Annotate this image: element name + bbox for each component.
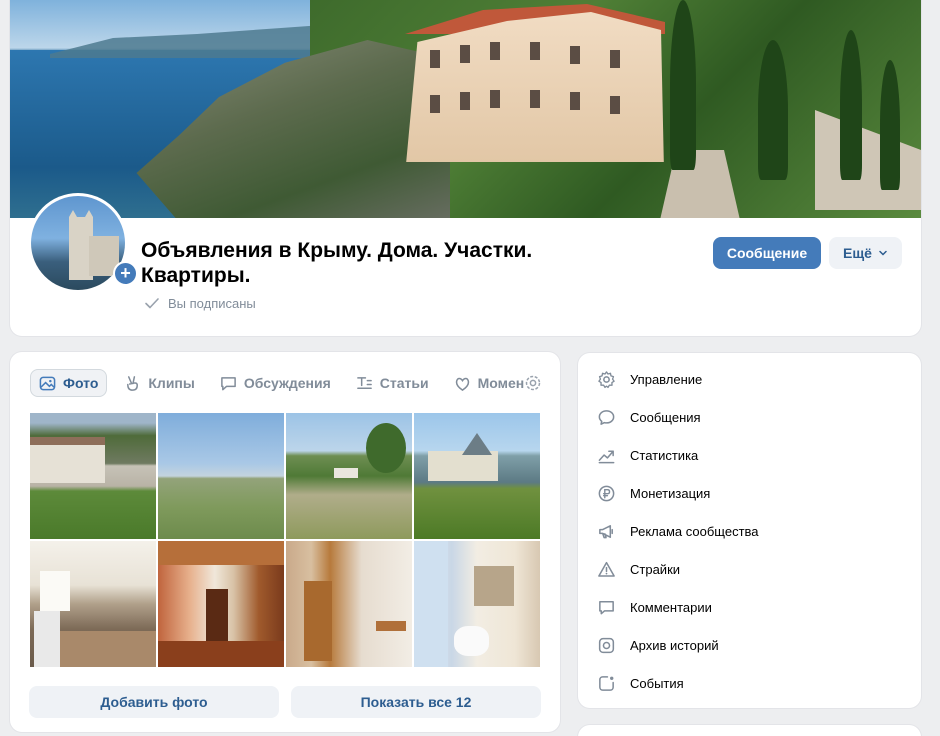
show-all-photos-button[interactable]: Показать все 12 — [291, 686, 541, 718]
menu-item-events[interactable]: События — [578, 664, 921, 702]
photo-thumbnail[interactable] — [158, 541, 284, 667]
menu-item-label: Сообщения — [630, 409, 701, 425]
media-block: Фото Клипы Обсуждения Статьи Момен Добав… — [10, 352, 560, 732]
photo-thumbnail[interactable] — [30, 413, 156, 539]
chevron-down-icon — [879, 250, 887, 256]
community-header: + Объявления в Крыму. Дома. Участки. Ква… — [10, 0, 921, 336]
menu-item-community-ads[interactable]: Реклама сообщества — [578, 512, 921, 550]
tab-discussions[interactable]: Обсуждения — [212, 369, 339, 397]
menu-item-strikes[interactable]: Страйки — [578, 550, 921, 588]
clips-icon — [127, 375, 139, 391]
photo-thumbnail[interactable] — [158, 413, 284, 539]
photo-icon — [39, 376, 56, 390]
next-sidebar-card — [578, 725, 921, 736]
photo-thumbnail[interactable] — [414, 541, 540, 667]
media-settings-gear-icon[interactable] — [524, 374, 542, 392]
menu-item-monetization[interactable]: Монетизация — [578, 474, 921, 512]
menu-item-label: Статистика — [630, 447, 699, 463]
admin-menu: Управление Сообщения Статистика Монетиза… — [578, 353, 921, 708]
add-avatar-icon[interactable]: + — [113, 261, 138, 286]
articles-icon — [356, 376, 372, 389]
photo-thumbnail[interactable] — [286, 413, 412, 539]
community-avatar[interactable]: + — [28, 193, 138, 293]
moments-icon — [455, 377, 469, 391]
trend-chart-icon — [598, 449, 615, 463]
add-photo-button[interactable]: Добавить фото — [29, 686, 279, 718]
menu-item-messages[interactable]: Сообщения — [578, 398, 921, 436]
tab-articles[interactable]: Статьи — [348, 369, 437, 397]
menu-item-label: Комментарии — [630, 599, 712, 615]
tab-label: Клипы — [148, 375, 195, 391]
photo-thumbnail[interactable] — [414, 413, 540, 539]
message-button[interactable]: Сообщение — [713, 237, 821, 269]
media-tabs: Фото Клипы Обсуждения Статьи Момен — [30, 369, 542, 397]
photo-thumbnail[interactable] — [286, 541, 412, 667]
more-button[interactable]: Ещё — [829, 237, 902, 269]
tab-label: Фото — [63, 375, 99, 391]
warning-triangle-icon — [598, 561, 615, 577]
menu-item-label: Реклама сообщества — [630, 523, 759, 539]
ruble-icon — [598, 485, 615, 501]
cover-image — [10, 0, 921, 218]
menu-item-management[interactable]: Управление — [578, 360, 921, 398]
menu-item-label: Управление — [630, 371, 703, 387]
tab-label: Статьи — [379, 375, 429, 391]
tab-clips[interactable]: Клипы — [116, 369, 202, 397]
menu-item-stories-archive[interactable]: Архив историй — [578, 626, 921, 664]
subscription-status-label: Вы подписаны — [168, 295, 256, 311]
comment-icon — [599, 600, 614, 614]
menu-item-label: Архив историй — [630, 637, 719, 653]
subscription-status[interactable]: Вы подписаны — [144, 294, 256, 312]
discussion-icon — [220, 376, 236, 390]
menu-item-label: Монетизация — [630, 485, 711, 501]
community-title: Объявления в Крыму. Дома. Участки. Кварт… — [141, 239, 533, 287]
gear-icon — [598, 370, 615, 388]
menu-item-statistics[interactable]: Статистика — [578, 436, 921, 474]
stories-archive-icon — [598, 637, 615, 653]
photo-thumbnail[interactable] — [30, 541, 156, 667]
photo-grid — [30, 413, 540, 667]
check-icon — [145, 298, 159, 309]
menu-item-comments[interactable]: Комментарии — [578, 588, 921, 626]
event-icon — [599, 675, 614, 691]
more-button-label: Ещё — [843, 245, 872, 261]
tab-label: Момен — [477, 375, 525, 391]
menu-item-label: События — [630, 675, 684, 691]
chat-bubble-icon — [598, 409, 615, 425]
menu-item-label: Страйки — [630, 561, 681, 577]
tab-label: Обсуждения — [243, 375, 331, 391]
megaphone-icon — [599, 524, 613, 538]
tab-moments[interactable]: Момен — [446, 369, 533, 397]
tab-photo[interactable]: Фото — [30, 369, 108, 397]
